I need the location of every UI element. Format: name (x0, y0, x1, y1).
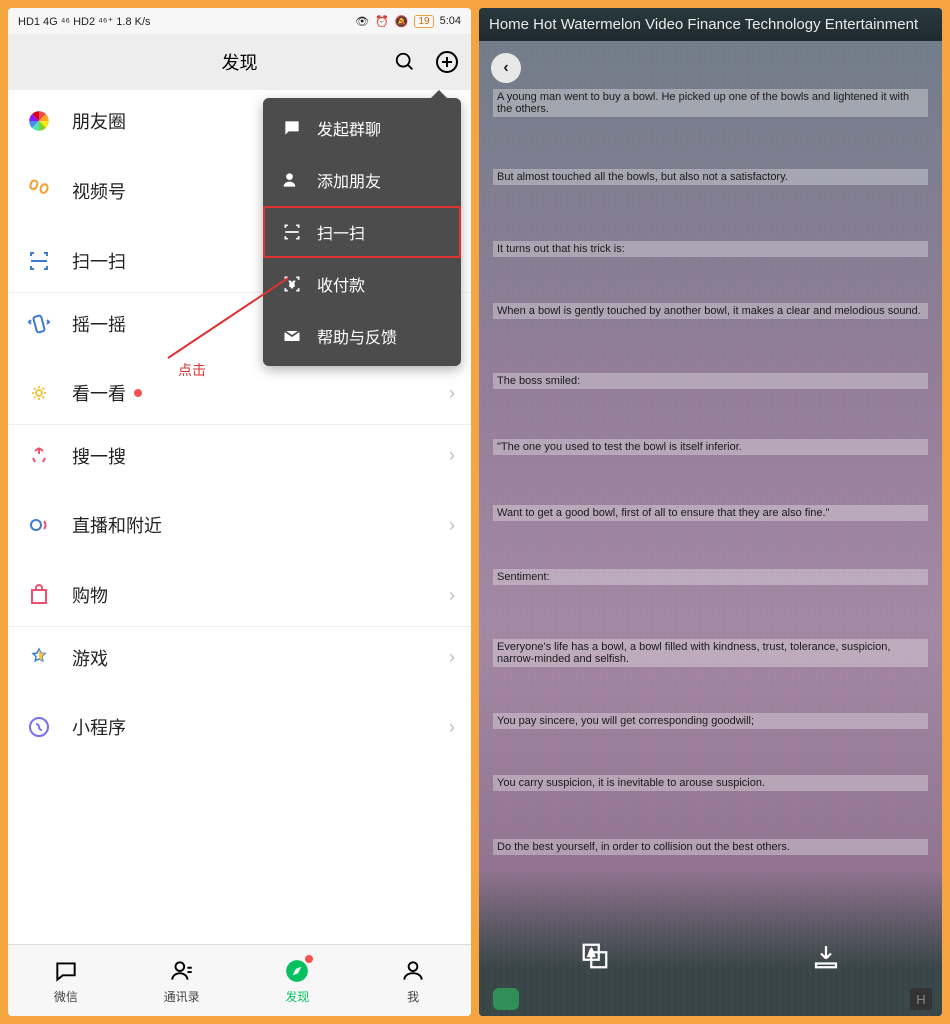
menu-scan[interactable]: 扫一扫 (263, 206, 461, 258)
chevron-right-icon: › (449, 515, 455, 536)
tab-contacts[interactable]: 通讯录 (124, 957, 240, 1005)
h-badge: H (910, 988, 932, 1010)
tab-me[interactable]: 我 (355, 957, 471, 1005)
row-label: 看一看 (72, 380, 126, 406)
tab-label: 微信 (54, 988, 78, 1005)
mail-icon (281, 325, 303, 347)
row-label: 购物 (72, 582, 108, 608)
status-left: HD1 4G ⁴⁶ HD2 ⁴⁶⁺ 1.8 K/s (18, 15, 151, 28)
channels-icon (24, 176, 54, 206)
menu-label: 添加朋友 (317, 168, 381, 192)
badge-dot (305, 955, 313, 963)
tab-label: 我 (407, 988, 419, 1005)
row-shopping[interactable]: 购物 › (8, 564, 471, 626)
moments-icon (24, 106, 54, 136)
chevron-right-icon: › (449, 585, 455, 606)
row-label: 小程序 (72, 714, 126, 740)
ocr-line: You pay sincere, you will get correspond… (493, 713, 928, 729)
tab-label: 发现 (285, 988, 309, 1005)
vibrate-icon: 🔕 (395, 15, 409, 28)
nearby-icon (24, 510, 54, 540)
row-topstories[interactable]: 看一看 › (8, 362, 471, 424)
scan-topnav: Home Hot Watermelon Video Finance Techno… (479, 8, 942, 41)
tab-bar: 微信 通讯录 发现 我 (8, 944, 471, 1016)
status-bar: HD1 4G ⁴⁶ HD2 ⁴⁶⁺ 1.8 K/s 👁 ⏰ 🔕 19 5:04 (8, 8, 471, 34)
ocr-line: Everyone's life has a bowl, a bowl fille… (493, 639, 928, 667)
row-miniprogram[interactable]: 小程序 › (8, 696, 471, 758)
chat-bubble-icon (281, 117, 303, 139)
menu-new-groupchat[interactable]: 发起群聊 (263, 102, 461, 154)
page-header: 发现 (8, 34, 471, 90)
alarm-icon: ⏰ (375, 15, 389, 28)
discover-icon (283, 957, 311, 985)
wechat-discover-screen: HD1 4G ⁴⁶ HD2 ⁴⁶⁺ 1.8 K/s 👁 ⏰ 🔕 19 5:04 … (8, 8, 471, 1016)
contacts-icon (168, 957, 196, 985)
scan-surface: ‹ A young man went to buy a bowl. He pic… (479, 41, 942, 1016)
menu-label: 扫一扫 (317, 220, 365, 244)
menu-add-friend[interactable]: 添加朋友 (263, 154, 461, 206)
row-search[interactable]: 搜一搜 › (8, 424, 471, 486)
shopping-icon (24, 580, 54, 610)
status-time: 5:04 (440, 15, 461, 27)
ocr-line: It turns out that his trick is: (493, 241, 928, 257)
ocr-line: You carry suspicion, it is inevitable to… (493, 775, 928, 791)
translate-icon[interactable]: A (575, 936, 615, 976)
ocr-line: Do the best yourself, in order to collis… (493, 839, 928, 855)
scan-icon (281, 221, 303, 243)
tab-label: 通讯录 (164, 988, 200, 1005)
money-icon: ¥ (281, 273, 303, 295)
row-label: 扫一扫 (72, 248, 126, 274)
badge-dot (134, 389, 142, 397)
chevron-right-icon: › (449, 383, 455, 404)
sousearch-icon (24, 441, 54, 471)
page-title: 发现 (222, 49, 258, 75)
chat-icon (52, 957, 80, 985)
row-label: 朋友圈 (72, 108, 126, 134)
chevron-right-icon: › (449, 717, 455, 738)
menu-label: 帮助与反馈 (317, 324, 397, 348)
menu-label: 收付款 (317, 272, 365, 296)
ocr-line: But almost touched all the bowls, but al… (493, 169, 928, 185)
tab-discover[interactable]: 发现 (240, 957, 356, 1005)
eye-icon: 👁 (355, 15, 369, 28)
chevron-right-icon: › (449, 445, 455, 466)
row-label: 直播和附近 (72, 512, 162, 538)
miniprogram-icon (24, 712, 54, 742)
scan-icon (24, 246, 54, 276)
ocr-line: Sentiment: (493, 569, 928, 585)
search-icon[interactable] (391, 48, 419, 76)
ocr-line: Want to get a good bowl, first of all to… (493, 505, 928, 521)
menu-label: 发起群聊 (317, 116, 381, 140)
games-icon (24, 643, 54, 673)
ocr-line: The boss smiled: (493, 373, 928, 389)
wechat-mini-icon (493, 988, 519, 1010)
row-label: 视频号 (72, 178, 126, 204)
plus-dropdown: 发起群聊 添加朋友 扫一扫 ¥ 收付款 帮助与反馈 (263, 98, 461, 366)
chevron-right-icon: › (449, 647, 455, 668)
row-nearby[interactable]: 直播和附近 › (8, 494, 471, 556)
row-label: 搜一搜 (72, 443, 126, 469)
add-friend-icon (281, 169, 303, 191)
annotation-click-label: 点击 (178, 360, 206, 380)
scan-bottombar: A (479, 936, 942, 976)
plus-icon[interactable] (433, 48, 461, 76)
row-label: 摇一摇 (72, 311, 126, 337)
download-icon[interactable] (806, 936, 846, 976)
tab-wechat[interactable]: 微信 (8, 957, 124, 1005)
scan-result-screen: Home Hot Watermelon Video Finance Techno… (479, 8, 942, 1016)
ocr-line: A young man went to buy a bowl. He picke… (493, 89, 928, 117)
topstories-icon (24, 378, 54, 408)
svg-text:¥: ¥ (289, 279, 295, 289)
ocr-line: "The one you used to test the bowl is it… (493, 439, 928, 455)
row-games[interactable]: 游戏 › (8, 626, 471, 688)
ocr-line: When a bowl is gently touched by another… (493, 303, 928, 319)
back-button[interactable]: ‹ (491, 53, 521, 83)
battery-indicator: 19 (414, 15, 433, 28)
svg-text:A: A (588, 948, 594, 958)
me-icon (399, 957, 427, 985)
row-label: 游戏 (72, 645, 108, 671)
shake-icon (24, 309, 54, 339)
menu-money[interactable]: ¥ 收付款 (263, 258, 461, 310)
menu-feedback[interactable]: 帮助与反馈 (263, 310, 461, 362)
